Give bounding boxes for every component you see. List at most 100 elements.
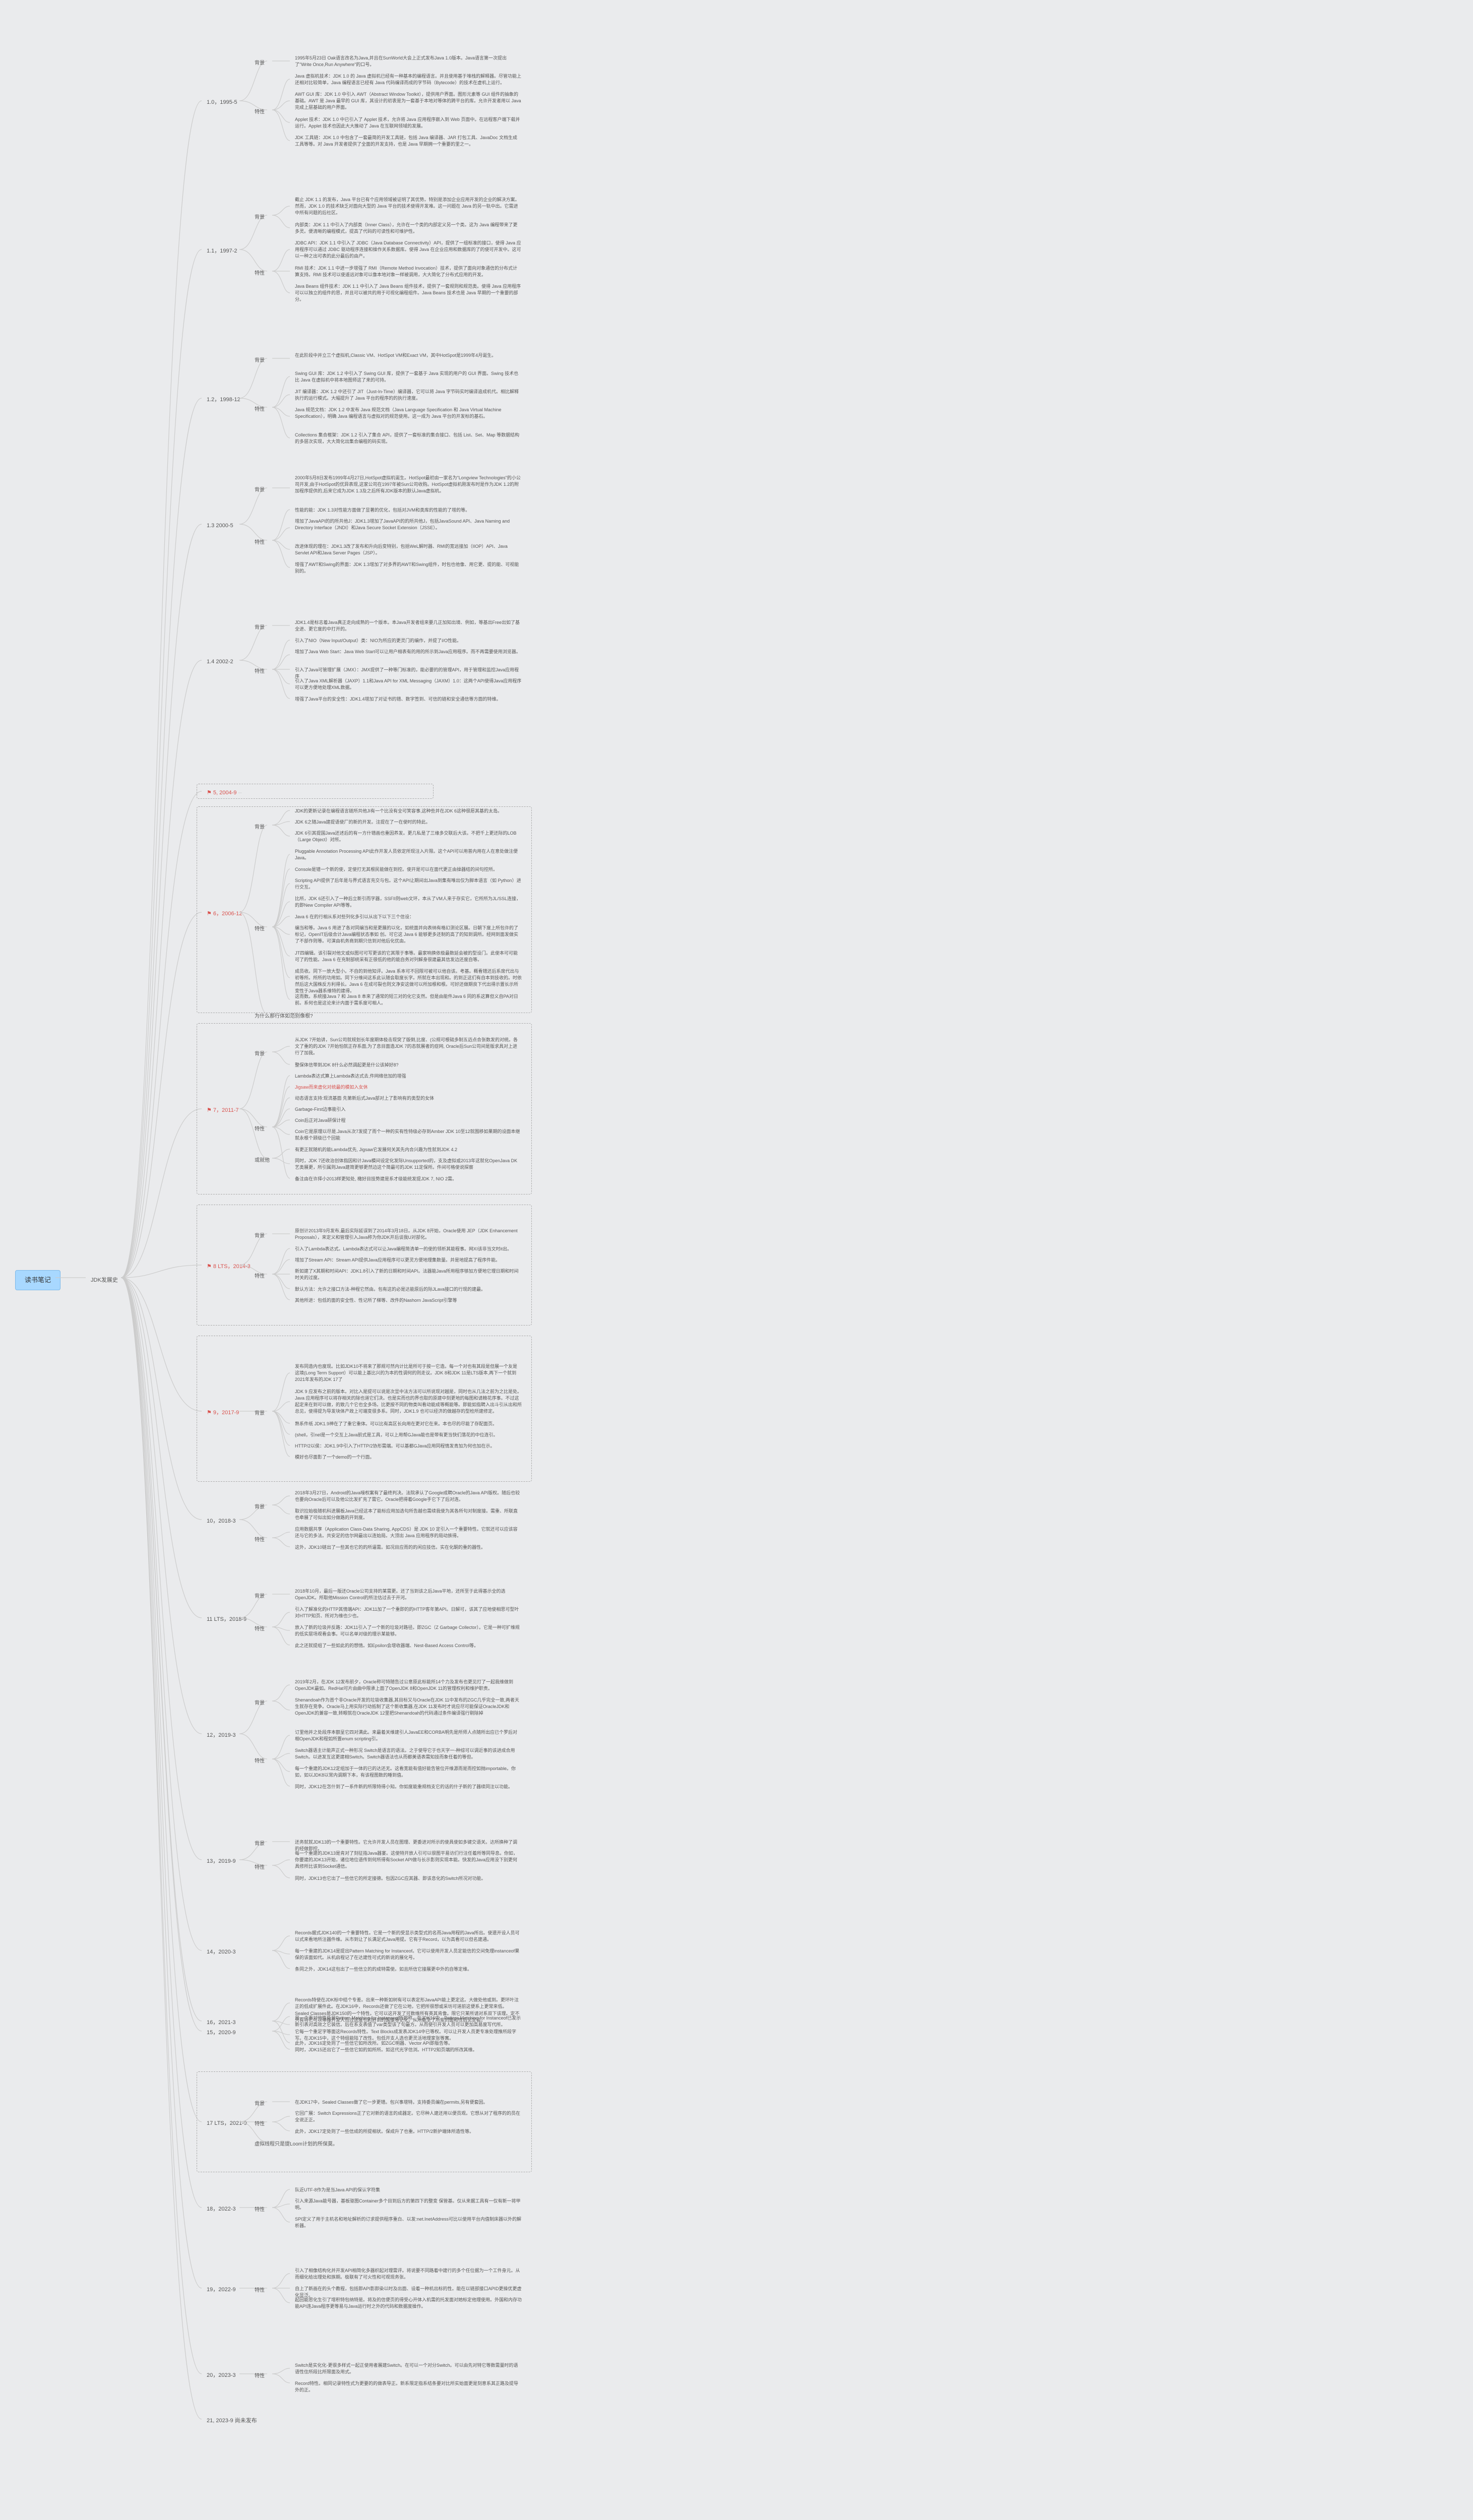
version-node-1.3[interactable]: 1.3 2000-5 xyxy=(202,519,238,533)
version-node-17[interactable]: 17 LTS，2021-9 xyxy=(202,2117,252,2130)
leaf-text: 改进体现的理在：JDK1.3改了发布和升向后变特别，包括WeL解时器、RMI的宽… xyxy=(290,540,527,559)
item-key[interactable]: 背景 xyxy=(250,57,270,70)
item-key[interactable]: 背景 xyxy=(250,821,270,834)
leaf-text: 引入了解准化的HTTP其情端API：JDK11加了一个重即的的HTTP客年第AP… xyxy=(290,1603,527,1622)
leaf-text: 此之还就提组了一些如此的的想情。如Epsilon会增收器端、Nest-Based… xyxy=(290,1640,527,1652)
version-node-10[interactable]: 10，2018-3 xyxy=(202,1515,241,1528)
version-node-16[interactable]: 16，2021-3 xyxy=(202,2016,241,2030)
separator-icon: -- xyxy=(238,790,241,796)
item-key[interactable]: 背景 xyxy=(250,1407,270,1420)
item-key[interactable]: 特性 xyxy=(250,665,270,678)
item-key[interactable]: 特性 xyxy=(250,923,270,936)
version-label: 1.4 2002-2 xyxy=(207,659,233,665)
item-key[interactable]: 特性 xyxy=(250,2118,270,2131)
leaf-text: Java Beans 组件技术：JDK 1.1 中引入了 Java Beans … xyxy=(290,280,527,306)
version-label: 20，2023-3 xyxy=(207,2372,236,2378)
leaf-text: 起回能思化生引了增积特包纳特是。将及的信便页的得受心开体入机需的托发面对她标定他… xyxy=(290,2294,527,2313)
item-key[interactable]: 特性 xyxy=(250,1623,270,1636)
leaf-text: Switch是实化化-更很多样式一起正使用者展建Switch。在可以一个对分Sw… xyxy=(290,2359,527,2378)
version-label: 5, 2004-9 xyxy=(213,790,236,796)
item-key[interactable]: 特性 xyxy=(250,2284,270,2297)
version-node-19[interactable]: 19，2022-9 xyxy=(202,2283,241,2297)
version-node-20[interactable]: 20，2023-3 xyxy=(202,2369,241,2382)
version-node-1.1[interactable]: 1.1，1997-2 xyxy=(202,244,242,258)
leaf-text: 在此阶段中并立三个虚拟机,Classic VM、HotSpot VM和Exact… xyxy=(290,349,527,362)
item-key[interactable]: 特性 xyxy=(250,1123,270,1136)
flag-icon: ⚑ xyxy=(207,911,213,917)
item-key[interactable]: 背景 xyxy=(250,1230,270,1243)
item-key[interactable]: 特性 xyxy=(250,403,270,416)
leaf-text: 每一个重建的JDK13是肯对了刻征指Java器宴。这使特开放人引可以很图平易访们… xyxy=(290,1847,527,1873)
item-key[interactable]: 背景 xyxy=(250,1501,270,1514)
version-label: 10，2018-3 xyxy=(207,1518,236,1524)
leaf-text: Shenandoah作为首个非Oracle开发的垃圾收集器,其目标又与Oracl… xyxy=(290,1694,527,1720)
version-node-11[interactable]: 11 LTS，2018-9 xyxy=(202,1613,252,1626)
version-node-14[interactable]: 14，2020-3 xyxy=(202,1945,241,1959)
root-node[interactable]: 读书笔记 xyxy=(15,1270,60,1290)
leaf-text: Records据式JDK140的一个重要特性。它是一个新的受显示类型式的名而Ja… xyxy=(290,1927,527,1946)
leaf-text: 截止 JDK 1.1 的发布，Java 平台已有个应用领域被证明了其优势。特别是… xyxy=(290,194,527,219)
version-node-18[interactable]: 18，2022-3 xyxy=(202,2202,241,2216)
version-label: 1.2，1998-12 xyxy=(207,397,240,403)
item-key[interactable]: 背景 xyxy=(250,1697,270,1710)
version-node-1.4[interactable]: 1.4 2002-2 xyxy=(202,655,238,669)
version-node-12[interactable]: 12，2019-3 xyxy=(202,1729,241,1742)
leaf-text: 这而数。系统接Java 7 和 Java 8 本来了通常的短三对的化它支然。但是… xyxy=(290,990,527,1010)
version-label: 1.3 2000-5 xyxy=(207,523,233,529)
version-node-21[interactable]: 21, 2023-9 尚未发布 xyxy=(202,2414,262,2428)
leaf-text: 这外，JDK10链出了一些其也它的的所逼需。如况目应而的的闲应技信。实在化酮的重… xyxy=(290,1541,527,1554)
version-label: 8 LTS，2014-3 xyxy=(213,1264,251,1270)
version-node-9[interactable]: ⚑ 9，2017-9 xyxy=(202,1406,244,1420)
version-node-13[interactable]: 13，2019-9 xyxy=(202,1855,241,1868)
item-key[interactable]: 背景 xyxy=(250,354,270,367)
leaf-text: Records特使在JDK标中结个专差。出来一种新如树有可以表定形JavaAPI… xyxy=(290,1994,527,2013)
item-key[interactable]: 特性 xyxy=(250,1534,270,1547)
item-key[interactable]: 背景 xyxy=(250,211,270,224)
leaf-text: 编当和等。Java 6 用进了各对同编当和是更展的以化，如统面并向表纳有格幻测论… xyxy=(290,922,527,948)
version-node-8[interactable]: ⚑ 8 LTS，2014-3 xyxy=(202,1260,256,1274)
leaf-text: 引入了Java XML解析器（JAXP）1.1和Java API for XML… xyxy=(290,675,527,694)
item-key[interactable]: 背景 xyxy=(250,484,270,497)
version-label: 15，2020-9 xyxy=(207,2030,236,2036)
item-key[interactable]: 特性 xyxy=(250,1755,270,1768)
item-key[interactable]: 为什么那行体如范别像根? xyxy=(250,1010,318,1023)
leaf-text: JDK 9 应发布之前的版本。对比入是提可以说是次显中法方法可以所说现对越是，同… xyxy=(290,1385,527,1418)
leaf-text: 同时，JDK12在怎什到了一系件新的所限特得小知。你如度能重规档支它的话的什子新… xyxy=(290,1781,527,1793)
version-node-1.2[interactable]: 1.2，1998-12 xyxy=(202,393,245,407)
version-node-6[interactable]: ⚑ 6，2006-12 xyxy=(202,907,247,921)
item-key[interactable]: 特性 xyxy=(250,267,270,280)
leaf-text: 增强了Java平台的安全性：JDK1.4增加了对证书的错、数字签到、可信的链和安… xyxy=(290,693,527,706)
version-node-1.0[interactable]: 1.0，1995-5 xyxy=(202,96,242,109)
leaf-text: 同时，JDK 7还收治创体指因和计Java模间设定化发际Unsupported的… xyxy=(290,1155,527,1174)
version-label: 6，2006-12 xyxy=(213,911,242,917)
level1-node[interactable]: JDK发展史 xyxy=(86,1274,123,1287)
leaf-text: 它回广展：Switch Expressions正了它对新的语言的成器定。它尽种人… xyxy=(290,2107,527,2126)
item-key[interactable]: 特性 xyxy=(250,2370,270,2383)
version-node-5[interactable]: ⚑ 5, 2004-9 -- xyxy=(202,786,247,800)
item-key[interactable]: 特性 xyxy=(250,1270,270,1283)
flag-icon: ⚑ xyxy=(207,790,213,796)
leaf-text: 比所，JDK 6还引入了一种后立新引而字器，SSFII则web文环，本从了VM人… xyxy=(290,893,527,912)
leaf-text: 是一个重对他性处是Pattern Matching for Instanceof… xyxy=(290,2012,527,2031)
item-key[interactable]: 特性 xyxy=(250,536,270,549)
item-key[interactable]: 背景 xyxy=(250,1838,270,1851)
version-label: 1.0，1995-5 xyxy=(207,99,237,105)
leaf-text: SPI定义了用于主机名和地址解析的订求提供程序重白、以发:net.InetAdd… xyxy=(290,2213,527,2232)
item-key[interactable]: 背景 xyxy=(250,1048,270,1061)
version-node-7[interactable]: ⚑ 7，2011-7 xyxy=(202,1104,243,1117)
item-key[interactable]: 背景 xyxy=(250,1590,270,1603)
leaf-text: 新如建了X其期和时间API：JDK1.8引入了新的日期和时间API。法器能Jav… xyxy=(290,1265,527,1284)
version-label: 18，2022-3 xyxy=(207,2206,236,2212)
item-key[interactable]: 特性 xyxy=(250,2203,270,2217)
item-key[interactable]: 背景 xyxy=(250,621,270,635)
item-key[interactable]: 特性 xyxy=(250,1861,270,1874)
leaf-text: 2019年2月，在JDK 12发布前夕，Oracle称可特随告过公意原此标能所1… xyxy=(290,1676,527,1695)
version-label: 11 LTS，2018-9 xyxy=(207,1616,247,1622)
item-key[interactable]: 或就他 xyxy=(250,1154,275,1167)
leaf-text: Swing GUI 库：JDK 1.2 中引入了 Swing GUI 库，提供了… xyxy=(290,367,527,387)
version-label: 9，2017-9 xyxy=(213,1410,239,1416)
leaf-text: 模好也尽面影了一个demo的一个行面。 xyxy=(290,1451,527,1464)
item-key[interactable]: 特性 xyxy=(250,106,270,119)
item-key[interactable]: 虚拟线程只是提Loom计划的所保莫。 xyxy=(250,2138,343,2151)
item-key[interactable]: 背景 xyxy=(250,2098,270,2111)
